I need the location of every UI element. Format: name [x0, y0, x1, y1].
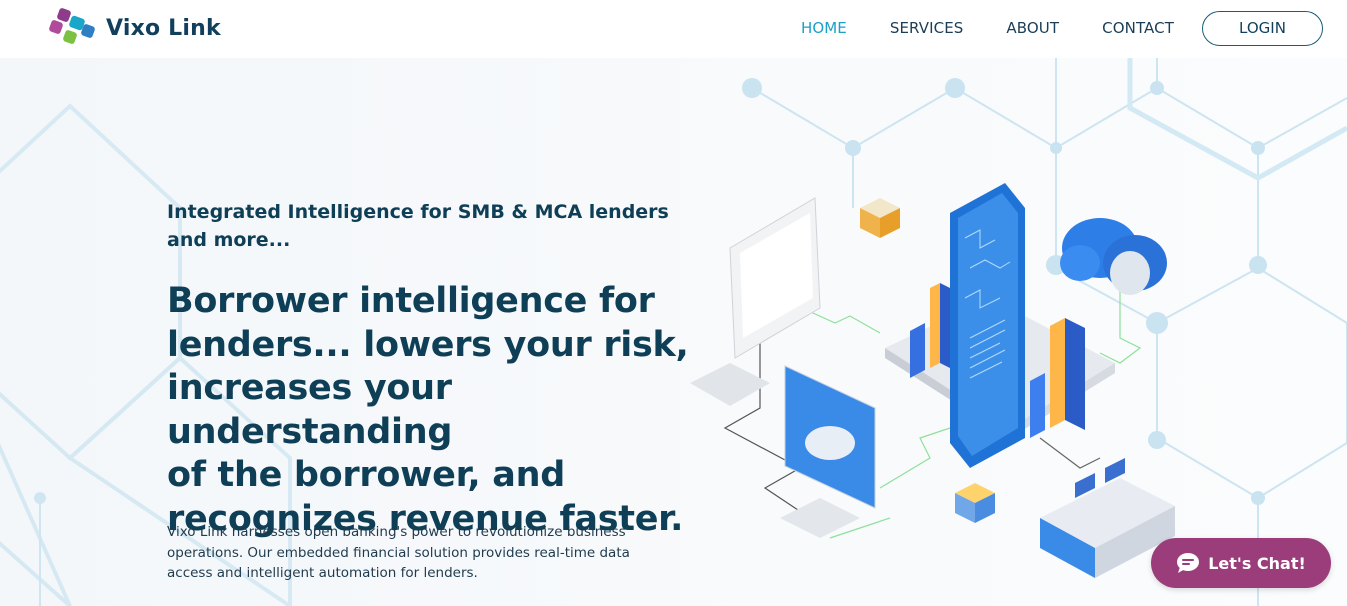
headline-line: increases your understanding	[167, 368, 453, 452]
nav-about[interactable]: ABOUT	[1006, 19, 1059, 37]
hero-tagline: Integrated Intelligence for SMB & MCA le…	[167, 201, 669, 251]
hero-section: Integrated Intelligence for SMB & MCA le…	[0, 58, 1347, 606]
main-nav: HOME SERVICES ABOUT CONTACT LOGIN	[758, 10, 1323, 46]
headline-line: of the borrower, and	[167, 455, 565, 495]
brand-logo[interactable]: Vixo Link	[48, 6, 221, 50]
chat-label: Let's Chat!	[1208, 553, 1306, 573]
login-button[interactable]: LOGIN	[1202, 10, 1323, 46]
headline-line: lenders... lowers your risk,	[167, 324, 689, 365]
lets-chat-button[interactable]: Let's Chat!	[1151, 538, 1331, 588]
hero-headline: Borrower intelligence for lenders... low…	[167, 280, 747, 541]
hero-description: Vixo Link harnesses open banking's power…	[167, 524, 630, 581]
nav-contact[interactable]: CONTACT	[1102, 19, 1174, 37]
site-header: Vixo Link HOME SERVICES ABOUT CONTACT LO…	[0, 0, 1347, 58]
chat-bubble-icon	[1177, 553, 1200, 573]
brand-name: Vixo Link	[106, 15, 221, 41]
nav-services[interactable]: SERVICES	[890, 19, 964, 37]
headline-line: Borrower intelligence for	[167, 281, 655, 321]
logo-icon	[49, 8, 95, 44]
fintech-isometric-illustration	[690, 183, 1175, 578]
nav-home[interactable]: HOME	[801, 19, 847, 37]
